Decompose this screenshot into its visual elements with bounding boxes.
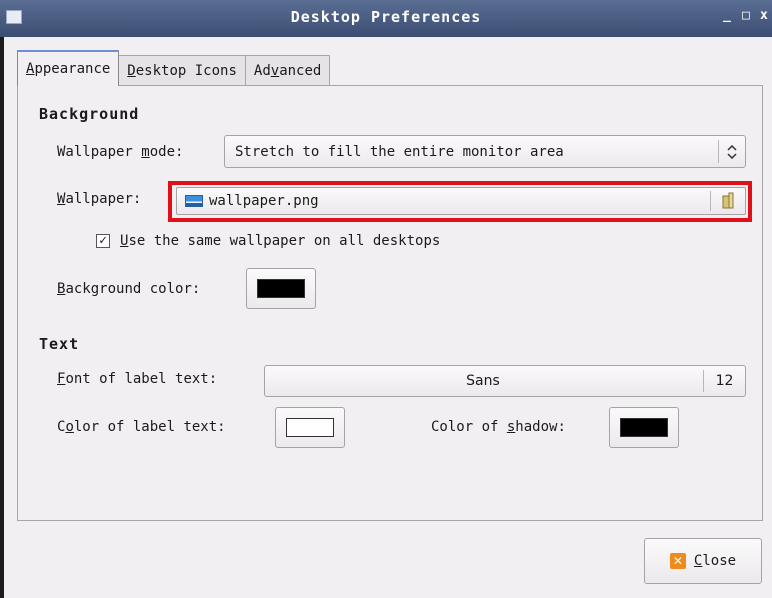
wallpaper-mode-label-post: ode:	[149, 144, 184, 160]
close-button-label: lose	[702, 553, 737, 569]
background-color-button[interactable]	[246, 268, 316, 309]
tab-advanced-mnemonic: v	[270, 63, 280, 79]
shadow-color-label-pre: Color of	[431, 419, 507, 435]
label-color-mnemonic: o	[65, 419, 74, 435]
background-color-label-post: ackground color:	[65, 281, 201, 297]
text-section-title: Text	[39, 335, 80, 353]
font-chooser-button[interactable]: Sans 12	[264, 365, 746, 397]
shadow-color-swatch	[620, 418, 668, 437]
shadow-color-label: Color of shadow:	[431, 419, 566, 435]
tab-desktop-icons-label: esktop Icons	[135, 63, 237, 79]
tab-advanced[interactable]: Ad v anced	[244, 55, 331, 86]
title-bar[interactable]: Desktop Preferences _ □ x	[0, 0, 772, 37]
same-wallpaper-label[interactable]: Use the same wallpaper on all desktops	[120, 233, 440, 249]
wallpaper-mode-value: Stretch to fill the entire monitor area	[235, 143, 564, 160]
same-wallpaper-checkbox[interactable]: ✓	[96, 234, 110, 248]
same-wallpaper-label-post: se the same wallpaper on all desktops	[128, 233, 441, 249]
wallpaper-mode-mnemonic: m	[141, 144, 150, 160]
wallpaper-label: Wallpaper:	[57, 191, 141, 207]
font-size-value: 12	[703, 370, 745, 392]
close-button-mnemonic: C	[693, 553, 703, 569]
tab-advanced-label: anced	[279, 63, 322, 79]
wallpaper-mode-label: Wallpaper mode:	[57, 144, 183, 160]
wallpaper-mode-label-pre: Wallpaper	[57, 144, 142, 160]
tab-desktop-icons-mnemonic: D	[127, 63, 136, 79]
background-color-label: Background color:	[57, 281, 200, 297]
tab-advanced-label-pre: Ad	[253, 63, 271, 79]
wallpaper-label-post: allpaper:	[65, 191, 142, 207]
background-color-swatch	[257, 279, 305, 298]
label-color-label-post: lor of label text:	[73, 419, 226, 435]
combo-arrows-icon	[718, 140, 745, 163]
background-section-title: Background	[39, 105, 140, 123]
font-label-post: ont of label text:	[65, 371, 218, 387]
window-title: Desktop Preferences	[290, 8, 482, 26]
font-family-value: Sans	[466, 373, 500, 389]
minimize-icon[interactable]: _	[723, 8, 731, 23]
tab-bar: Appearance Desktop Icons Ad v anced	[17, 50, 331, 86]
close-icon: ✕	[669, 553, 686, 569]
shadow-color-button[interactable]	[609, 407, 679, 448]
tab-desktop-icons[interactable]: Desktop Icons	[118, 55, 246, 86]
shadow-color-label-post: hadow:	[515, 419, 566, 435]
font-label: Font of label text:	[57, 371, 217, 387]
label-color-label: Color of label text:	[57, 419, 226, 435]
close-window-icon[interactable]: x	[760, 8, 768, 23]
label-color-button[interactable]	[275, 407, 345, 448]
window-left-edge	[0, 37, 4, 598]
wallpaper-highlight-box	[168, 181, 752, 222]
maximize-icon[interactable]: □	[742, 8, 750, 23]
tab-appearance-label: ppearance	[34, 61, 111, 77]
wallpaper-mode-combobox[interactable]: Stretch to fill the entire monitor area	[224, 135, 746, 168]
desktop-preferences-window: Desktop Preferences _ □ x Appearance Des…	[0, 0, 772, 598]
tab-appearance[interactable]: Appearance	[17, 50, 120, 86]
tab-appearance-mnemonic: A	[26, 61, 35, 77]
close-button[interactable]: ✕ Close	[644, 538, 762, 584]
label-color-swatch	[286, 418, 334, 437]
